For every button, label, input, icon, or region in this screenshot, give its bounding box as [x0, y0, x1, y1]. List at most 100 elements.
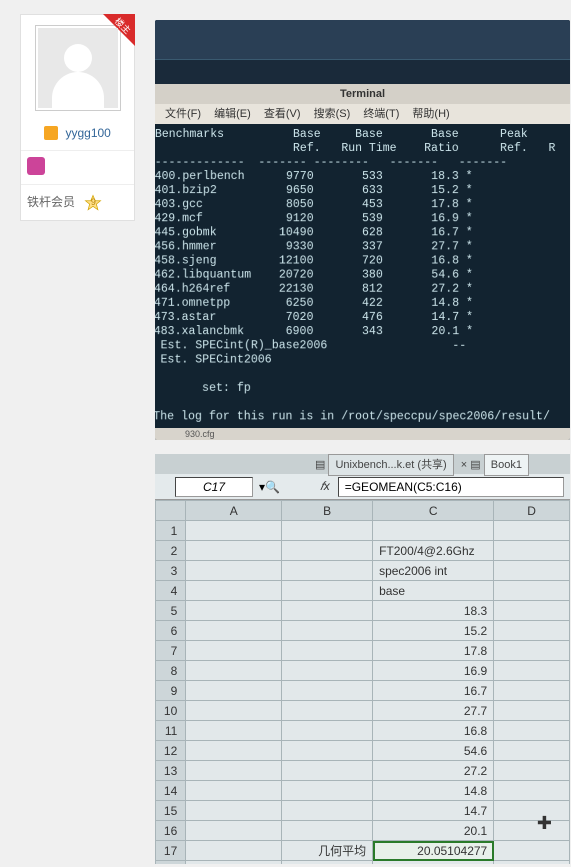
- cell[interactable]: [282, 681, 373, 701]
- cell[interactable]: [282, 601, 373, 621]
- cell[interactable]: [186, 861, 282, 865]
- cell[interactable]: [494, 821, 570, 841]
- cell[interactable]: [282, 621, 373, 641]
- cell[interactable]: spec2006 int: [373, 561, 494, 581]
- cell[interactable]: [186, 561, 282, 581]
- cell[interactable]: [282, 741, 373, 761]
- row-header[interactable]: 14: [156, 781, 186, 801]
- username-link[interactable]: yygg100: [65, 126, 110, 140]
- cell[interactable]: [494, 581, 570, 601]
- avatar-frame[interactable]: [35, 25, 121, 111]
- grid[interactable]: A B C D 12FT200/4@2.6Ghz3spec2006 int4ba…: [155, 500, 570, 864]
- cell[interactable]: [282, 541, 373, 561]
- cell[interactable]: [494, 641, 570, 661]
- menu-file[interactable]: 文件(F): [165, 108, 201, 120]
- row-header[interactable]: 10: [156, 701, 186, 721]
- cell[interactable]: [494, 561, 570, 581]
- cell[interactable]: [494, 601, 570, 621]
- cell[interactable]: [186, 681, 282, 701]
- cell[interactable]: 27.7: [373, 701, 494, 721]
- cell[interactable]: [494, 841, 570, 861]
- cell[interactable]: [494, 541, 570, 561]
- cell[interactable]: [282, 861, 373, 865]
- row-header[interactable]: 1: [156, 521, 186, 541]
- cell[interactable]: [186, 541, 282, 561]
- row-header[interactable]: 18: [156, 861, 186, 865]
- cell[interactable]: [373, 861, 494, 865]
- tab-close-icon[interactable]: ×: [461, 459, 467, 471]
- cell[interactable]: [494, 781, 570, 801]
- cell[interactable]: 14.8: [373, 781, 494, 801]
- cell[interactable]: 15.2: [373, 621, 494, 641]
- cell[interactable]: [282, 821, 373, 841]
- cell[interactable]: [186, 621, 282, 641]
- cell[interactable]: [494, 661, 570, 681]
- row-header[interactable]: 7: [156, 641, 186, 661]
- cell[interactable]: [494, 681, 570, 701]
- cell[interactable]: [282, 781, 373, 801]
- cell[interactable]: [186, 761, 282, 781]
- cell[interactable]: [186, 781, 282, 801]
- row-header[interactable]: 15: [156, 801, 186, 821]
- menu-terminal[interactable]: 终端(T): [363, 108, 399, 120]
- cell[interactable]: [186, 841, 282, 861]
- cell[interactable]: [282, 561, 373, 581]
- cell[interactable]: 54.6: [373, 741, 494, 761]
- zoom-icon[interactable]: 🔍: [265, 480, 280, 494]
- cell[interactable]: 16.8: [373, 721, 494, 741]
- cell[interactable]: [494, 621, 570, 641]
- col-header[interactable]: C: [373, 501, 494, 521]
- cell[interactable]: [373, 521, 494, 541]
- row-header[interactable]: 4: [156, 581, 186, 601]
- cell[interactable]: [186, 741, 282, 761]
- cell[interactable]: 16.9: [373, 661, 494, 681]
- menu-edit[interactable]: 编辑(E): [214, 108, 251, 120]
- tab-book1[interactable]: Book1: [484, 454, 529, 476]
- row-header[interactable]: 5: [156, 601, 186, 621]
- cell[interactable]: 18.3: [373, 601, 494, 621]
- row-header[interactable]: 17: [156, 841, 186, 861]
- cell[interactable]: [186, 661, 282, 681]
- cell[interactable]: 14.7: [373, 801, 494, 821]
- row-header[interactable]: 3: [156, 561, 186, 581]
- cell[interactable]: [282, 801, 373, 821]
- cell[interactable]: [282, 721, 373, 741]
- cell[interactable]: [494, 721, 570, 741]
- fx-icon[interactable]: 𝑓x: [320, 479, 330, 494]
- cell[interactable]: [186, 581, 282, 601]
- col-header[interactable]: D: [494, 501, 570, 521]
- cell[interactable]: [494, 861, 570, 865]
- cell[interactable]: [282, 761, 373, 781]
- cell[interactable]: [282, 581, 373, 601]
- cell[interactable]: [494, 701, 570, 721]
- cell[interactable]: [186, 521, 282, 541]
- cell[interactable]: [494, 801, 570, 821]
- cell[interactable]: [282, 641, 373, 661]
- cell[interactable]: 20.05104277: [373, 841, 494, 861]
- corner-cell[interactable]: [156, 501, 186, 521]
- row-header[interactable]: 12: [156, 741, 186, 761]
- cell[interactable]: [494, 741, 570, 761]
- cell-reference-box[interactable]: C17: [175, 477, 253, 497]
- cell[interactable]: [186, 701, 282, 721]
- formula-input[interactable]: =GEOMEAN(C5:C16): [338, 477, 564, 497]
- menu-help[interactable]: 帮助(H): [412, 108, 449, 120]
- cell[interactable]: 几何平均: [282, 841, 373, 861]
- cell[interactable]: [186, 641, 282, 661]
- cell[interactable]: 27.2: [373, 761, 494, 781]
- cell[interactable]: 17.8: [373, 641, 494, 661]
- row-header[interactable]: 9: [156, 681, 186, 701]
- cell[interactable]: [186, 821, 282, 841]
- menu-view[interactable]: 查看(V): [264, 108, 301, 120]
- tab-unixbench[interactable]: Unixbench...k.et (共享): [328, 454, 453, 476]
- col-header[interactable]: A: [186, 501, 282, 521]
- cell[interactable]: [282, 521, 373, 541]
- cell[interactable]: [282, 661, 373, 681]
- row-header[interactable]: 8: [156, 661, 186, 681]
- cell[interactable]: [186, 801, 282, 821]
- cell[interactable]: FT200/4@2.6Ghz: [373, 541, 494, 561]
- cell[interactable]: [186, 721, 282, 741]
- terminal-output[interactable]: Benchmarks Base Base Base Peak Ref. Run …: [155, 124, 570, 440]
- cell[interactable]: base: [373, 581, 494, 601]
- row-header[interactable]: 2: [156, 541, 186, 561]
